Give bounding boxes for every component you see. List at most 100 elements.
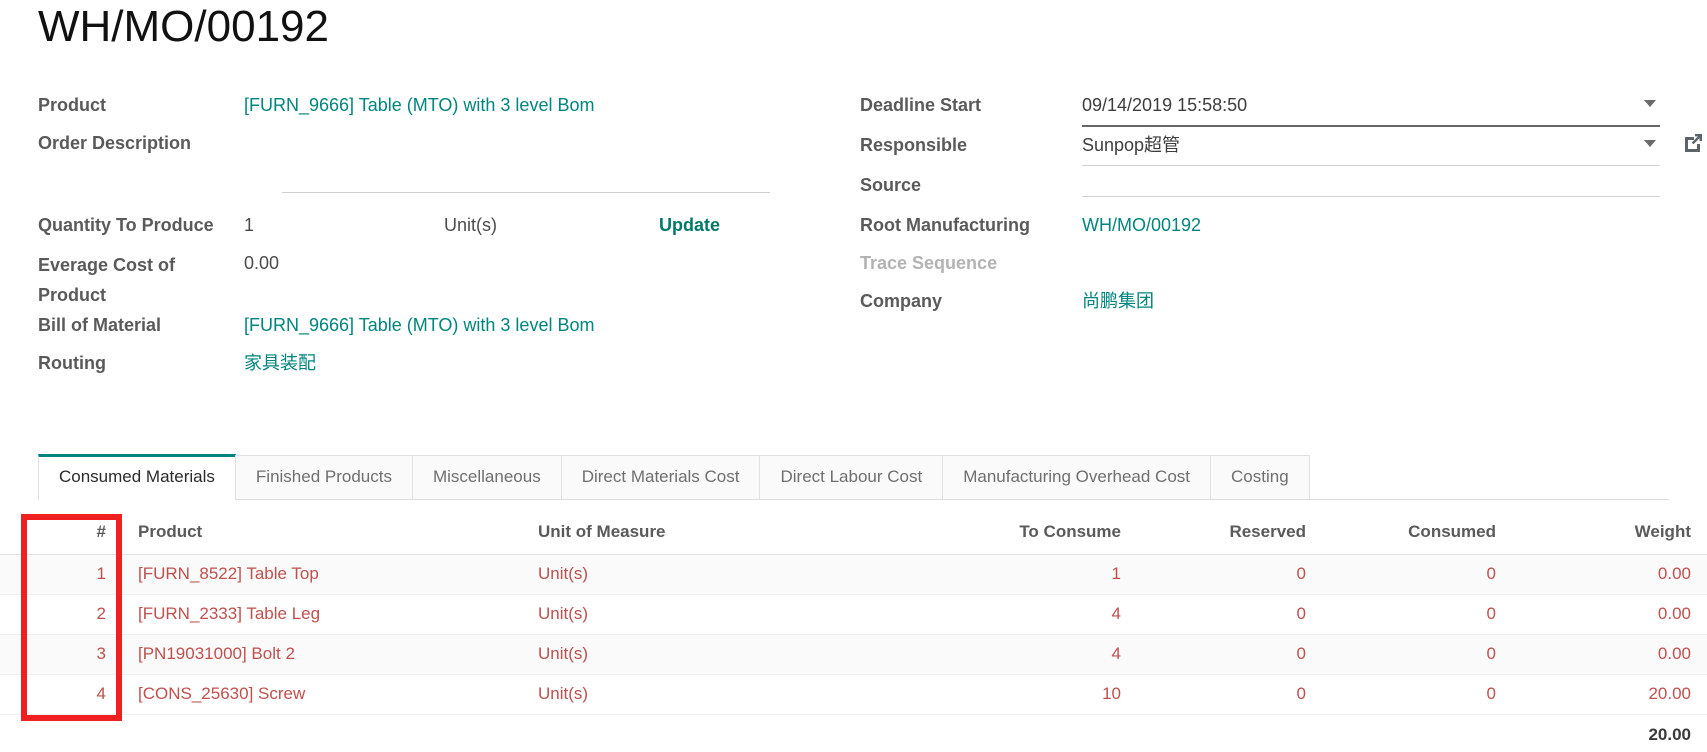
field-average-cost: Everage Cost of Product 0.00	[38, 248, 798, 310]
field-average-cost-label: Everage Cost of Product	[38, 248, 244, 310]
field-bill-of-material-label: Bill of Material	[38, 310, 244, 339]
column-header-weight[interactable]: Weight	[1512, 510, 1707, 554]
field-product-label: Product	[38, 90, 244, 119]
field-company-label: Company	[860, 286, 1082, 315]
tab-consumed-materials[interactable]: Consumed Materials	[38, 454, 236, 500]
tab-costing[interactable]: Costing	[1210, 455, 1310, 499]
cell-consumed[interactable]: 0	[1322, 554, 1512, 594]
field-deadline-start: Deadline Start 09/14/2019 15:58:50	[860, 90, 1660, 130]
footer-to-consume	[922, 714, 1137, 752]
manufacturing-order-page: WH/MO/00192 Product [FURN_9666] Table (M…	[0, 0, 1707, 752]
cell-index[interactable]: 1	[0, 554, 122, 594]
field-quantity-value[interactable]: 1	[244, 210, 444, 239]
column-header-index[interactable]: #	[0, 510, 122, 554]
cell-index[interactable]: 3	[0, 634, 122, 674]
notebook-tabs: Consumed MaterialsFinished ProductsMisce…	[38, 455, 1669, 500]
field-order-description-label: Order Description	[38, 128, 244, 157]
external-link-icon[interactable]	[1682, 132, 1704, 154]
cell-to-consume[interactable]: 4	[922, 594, 1137, 634]
tab-direct-labour-cost[interactable]: Direct Labour Cost	[759, 455, 943, 499]
field-average-cost-value: 0.00	[244, 248, 798, 277]
chevron-down-icon[interactable]	[1644, 140, 1656, 147]
table-row[interactable]: 3[PN19031000] Bolt 2Unit(s)4000.00	[0, 634, 1707, 674]
page-title: WH/MO/00192	[38, 0, 329, 56]
column-header-reserved[interactable]: Reserved	[1137, 510, 1322, 554]
field-responsible: Responsible Sunpop超管	[860, 130, 1660, 170]
field-order-description: Order Description	[38, 128, 798, 166]
cell-to-consume[interactable]: 10	[922, 674, 1137, 714]
column-header-product[interactable]: Product	[122, 510, 522, 554]
field-order-description-value[interactable]	[244, 128, 798, 155]
cell-product[interactable]: [FURN_2333] Table Leg	[122, 594, 522, 634]
cell-reserved[interactable]: 0	[1137, 594, 1322, 634]
field-bill-of-material-value: [FURN_9666] Table (MTO) with 3 level Bom	[244, 310, 798, 339]
field-responsible-label: Responsible	[860, 130, 1082, 159]
footer-reserved	[1137, 714, 1322, 752]
trace-sequence-value	[1082, 248, 1660, 275]
cell-weight[interactable]: 0.00	[1512, 594, 1707, 634]
cell-product[interactable]: [CONS_25630] Screw	[122, 674, 522, 714]
table-footer-row: 20.00	[0, 714, 1707, 752]
field-product-value: [FURN_9666] Table (MTO) with 3 level Bom	[244, 90, 798, 119]
company-link[interactable]: 尚鹏集团	[1082, 291, 1154, 311]
cell-to-consume[interactable]: 1	[922, 554, 1137, 594]
field-product: Product [FURN_9666] Table (MTO) with 3 l…	[38, 90, 798, 128]
table-body: 1[FURN_8522] Table TopUnit(s)1000.002[FU…	[0, 554, 1707, 714]
table-row[interactable]: 4[CONS_25630] ScrewUnit(s)100020.00	[0, 674, 1707, 714]
footer-index	[0, 714, 122, 752]
product-link[interactable]: [FURN_9666] Table (MTO) with 3 level Bom	[244, 95, 594, 115]
update-quantity-button[interactable]: Update	[659, 215, 720, 235]
table-header-row: # Product Unit of Measure To Consume Res…	[0, 510, 1707, 554]
routing-link[interactable]: 家具装配	[244, 353, 316, 373]
table-row[interactable]: 2[FURN_2333] Table LegUnit(s)4000.00	[0, 594, 1707, 634]
cell-index[interactable]: 4	[0, 674, 122, 714]
field-deadline-start-label: Deadline Start	[860, 90, 1082, 119]
bill-of-material-link[interactable]: [FURN_9666] Table (MTO) with 3 level Bom	[244, 315, 594, 335]
consumed-materials-table: # Product Unit of Measure To Consume Res…	[0, 510, 1707, 752]
cell-uom[interactable]: Unit(s)	[522, 554, 922, 594]
footer-uom	[522, 714, 922, 752]
cell-consumed[interactable]: 0	[1322, 634, 1512, 674]
field-quantity-to-produce: Quantity To Produce 1 Unit(s) Update	[38, 210, 798, 248]
table-row[interactable]: 1[FURN_8522] Table TopUnit(s)1000.00	[0, 554, 1707, 594]
tab-miscellaneous[interactable]: Miscellaneous	[412, 455, 562, 499]
field-routing-label: Routing	[38, 348, 244, 377]
chevron-down-icon[interactable]	[1644, 100, 1656, 107]
cell-reserved[interactable]: 0	[1137, 634, 1322, 674]
cell-consumed[interactable]: 0	[1322, 674, 1512, 714]
source-input[interactable]	[1082, 170, 1660, 197]
cell-uom[interactable]: Unit(s)	[522, 594, 922, 634]
tab-finished-products[interactable]: Finished Products	[235, 455, 413, 499]
column-header-to-consume[interactable]: To Consume	[922, 510, 1137, 554]
deadline-start-input[interactable]: 09/14/2019 15:58:50	[1082, 90, 1660, 127]
cell-reserved[interactable]: 0	[1137, 554, 1322, 594]
cell-weight[interactable]: 0.00	[1512, 554, 1707, 594]
root-manufacturing-link[interactable]: WH/MO/00192	[1082, 215, 1201, 235]
table-header: # Product Unit of Measure To Consume Res…	[0, 510, 1707, 554]
cell-consumed[interactable]: 0	[1322, 594, 1512, 634]
responsible-input[interactable]: Sunpop超管	[1082, 130, 1660, 166]
cell-uom[interactable]: Unit(s)	[522, 674, 922, 714]
field-source: Source	[860, 170, 1660, 210]
order-description-divider	[282, 192, 770, 193]
cell-weight[interactable]: 0.00	[1512, 634, 1707, 674]
cell-product[interactable]: [FURN_8522] Table Top	[122, 554, 522, 594]
cell-reserved[interactable]: 0	[1137, 674, 1322, 714]
column-header-consumed[interactable]: Consumed	[1322, 510, 1512, 554]
cell-uom[interactable]: Unit(s)	[522, 634, 922, 674]
field-bill-of-material: Bill of Material [FURN_9666] Table (MTO)…	[38, 310, 798, 348]
tab-direct-materials-cost[interactable]: Direct Materials Cost	[561, 455, 761, 499]
field-quantity-update: Update	[659, 210, 720, 239]
field-routing: Routing 家具装配	[38, 348, 798, 386]
responsible-value: Sunpop超管	[1082, 135, 1180, 155]
cell-to-consume[interactable]: 4	[922, 634, 1137, 674]
field-root-manufacturing-label: Root Manufacturing	[860, 210, 1082, 239]
field-routing-value: 家具装配	[244, 348, 798, 377]
footer-product	[122, 714, 522, 752]
column-header-uom[interactable]: Unit of Measure	[522, 510, 922, 554]
field-quantity-uom: Unit(s)	[444, 210, 659, 239]
cell-weight[interactable]: 20.00	[1512, 674, 1707, 714]
tab-manufacturing-overhead-cost[interactable]: Manufacturing Overhead Cost	[942, 455, 1211, 499]
cell-index[interactable]: 2	[0, 594, 122, 634]
cell-product[interactable]: [PN19031000] Bolt 2	[122, 634, 522, 674]
